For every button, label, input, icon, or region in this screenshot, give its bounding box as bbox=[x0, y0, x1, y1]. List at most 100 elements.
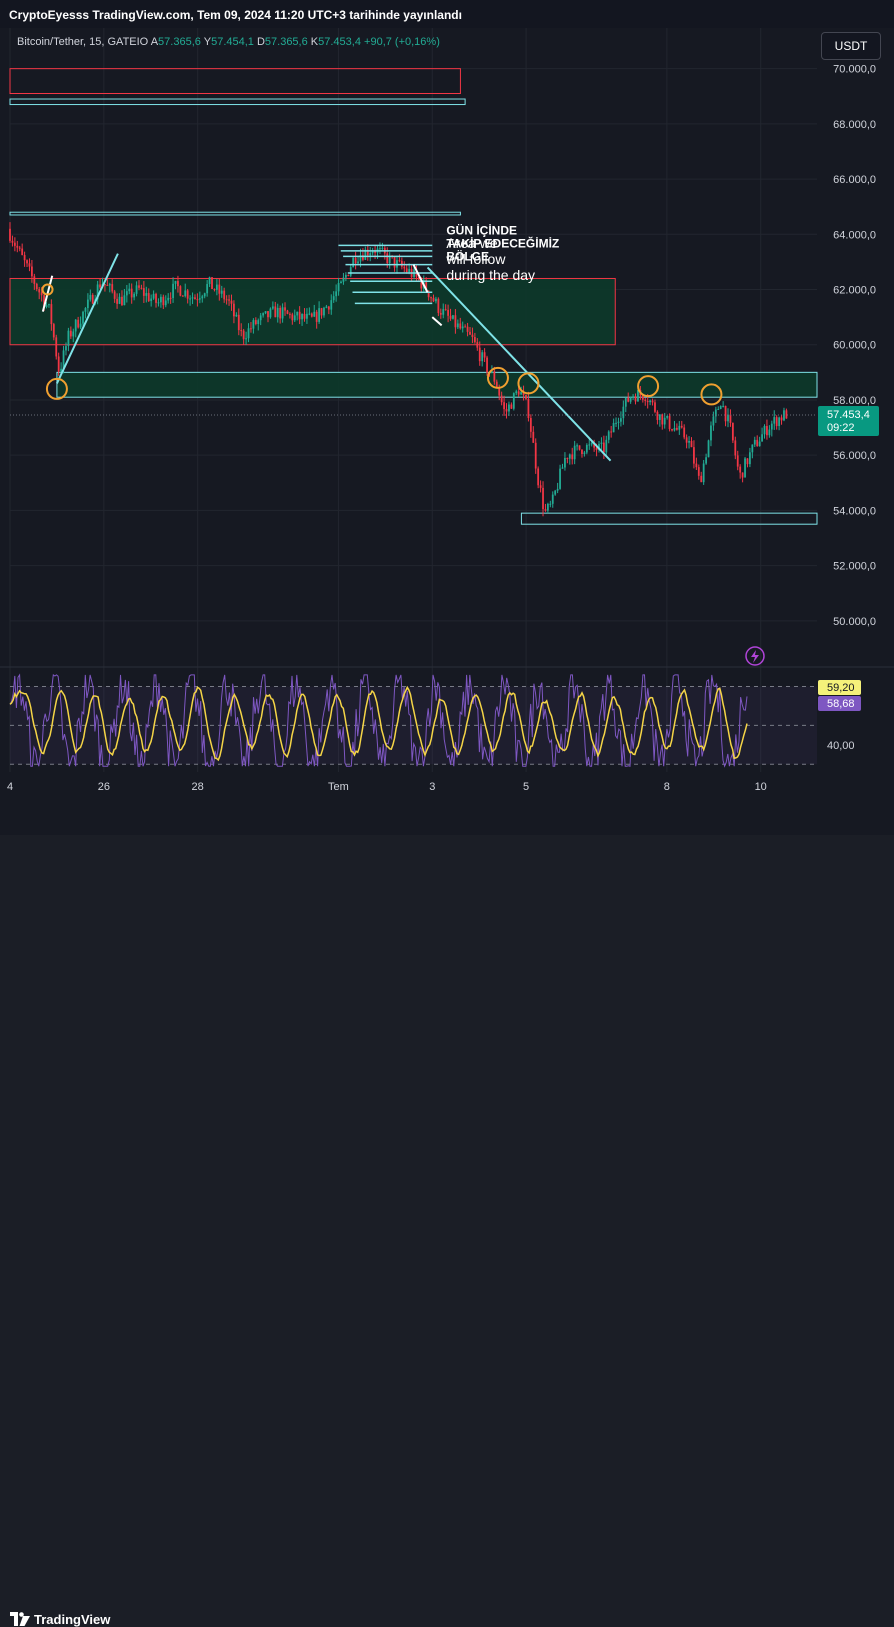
candle-body bbox=[225, 299, 228, 301]
candle-body bbox=[340, 281, 342, 284]
candle-body bbox=[483, 352, 486, 358]
candle-body bbox=[349, 267, 352, 276]
ohlc-values: A57.365,6 Y57.454,1 D57.365,6 K57.453,4 bbox=[151, 36, 364, 48]
chart-svg[interactable]: GÜN İÇİNDE TAKİP EDECEĞİMİZ BÖLGEArea we wi… bbox=[0, 0, 894, 835]
time-tick-label: 4 bbox=[7, 781, 13, 793]
candle-body bbox=[517, 391, 520, 395]
candle-body bbox=[86, 299, 89, 309]
candle-body bbox=[230, 300, 233, 304]
candle-body bbox=[189, 298, 192, 300]
candle-body bbox=[473, 337, 476, 343]
candle-body bbox=[147, 293, 150, 302]
candle-body bbox=[26, 260, 28, 264]
candle-body bbox=[198, 298, 201, 300]
price-tick-label: 62.000,0 bbox=[833, 285, 876, 297]
candle-body bbox=[746, 458, 749, 465]
candle-body bbox=[666, 416, 669, 418]
candle-body bbox=[57, 356, 60, 372]
candle-body bbox=[435, 298, 437, 302]
candle-body bbox=[99, 284, 101, 288]
zone-cyan-line-69k bbox=[9, 98, 466, 106]
candle-body bbox=[274, 306, 277, 318]
candle-body bbox=[325, 306, 328, 308]
candle-body bbox=[673, 427, 676, 431]
candle-body bbox=[213, 289, 216, 291]
candle-body bbox=[155, 293, 157, 303]
candle-body bbox=[269, 308, 272, 318]
last-price-label: 57.453,4 bbox=[827, 409, 870, 421]
candle-body bbox=[629, 397, 632, 402]
candle-body bbox=[125, 291, 128, 296]
candle-body bbox=[111, 284, 114, 292]
candle-body bbox=[700, 475, 703, 483]
candle-body bbox=[291, 314, 294, 321]
symbol-legend: Bitcoin/Tether, 15, GATEIO A57.365,6 Y57… bbox=[17, 36, 440, 48]
candle-body bbox=[308, 313, 311, 315]
candle-body bbox=[610, 431, 613, 433]
candle-body bbox=[766, 426, 768, 436]
candle-body bbox=[318, 308, 321, 322]
candle-body bbox=[449, 315, 452, 319]
candle-body bbox=[688, 440, 690, 443]
candle-body bbox=[181, 295, 184, 297]
candle-body bbox=[627, 397, 630, 402]
candle-body bbox=[386, 253, 389, 264]
candle-body bbox=[658, 414, 661, 420]
price-tick-label: 50.000,0 bbox=[833, 616, 876, 628]
candle-body bbox=[612, 422, 615, 433]
candle-body bbox=[683, 427, 686, 438]
price-tick-label: 68.000,0 bbox=[833, 119, 876, 131]
candle-body bbox=[250, 328, 252, 330]
candle-body bbox=[354, 257, 357, 264]
candle-body bbox=[561, 467, 564, 469]
candle-body bbox=[671, 429, 673, 431]
candle-body bbox=[208, 277, 211, 285]
candle-body bbox=[539, 485, 542, 488]
time-tick-label: 26 bbox=[98, 781, 110, 793]
candle-body bbox=[342, 277, 345, 282]
candle-body bbox=[702, 463, 705, 483]
candle-body bbox=[310, 313, 313, 317]
candle-body bbox=[245, 338, 247, 340]
candle-body bbox=[398, 260, 401, 262]
candle-body bbox=[559, 468, 561, 489]
candle-body bbox=[770, 423, 773, 430]
candle-body bbox=[13, 242, 16, 246]
candle-body bbox=[459, 323, 462, 329]
currency-button[interactable]: USDT bbox=[821, 32, 881, 60]
candle-body bbox=[710, 425, 712, 441]
candle-body bbox=[313, 311, 316, 317]
candle-body bbox=[405, 268, 408, 273]
zone-red-zone-70k bbox=[9, 68, 461, 95]
candle-body bbox=[135, 285, 138, 294]
candle-body bbox=[498, 387, 501, 396]
candle-body bbox=[493, 371, 496, 382]
candle-body bbox=[330, 300, 333, 310]
candle-body bbox=[167, 297, 170, 301]
price-tick-label: 58.000,0 bbox=[833, 395, 876, 407]
candle-body bbox=[624, 397, 627, 407]
candle-body bbox=[72, 331, 75, 337]
candle-body bbox=[174, 281, 177, 284]
candle-body bbox=[632, 396, 634, 398]
candle-body bbox=[396, 260, 398, 268]
candle-body bbox=[605, 439, 608, 453]
candle-body bbox=[332, 296, 335, 301]
candle-body bbox=[585, 444, 588, 453]
candle-body bbox=[11, 240, 14, 243]
candle-body bbox=[240, 330, 243, 332]
candle-body bbox=[500, 395, 503, 403]
candle-body bbox=[564, 457, 566, 468]
candle-body bbox=[556, 488, 559, 491]
candle-body bbox=[583, 452, 586, 454]
candle-body bbox=[79, 323, 82, 328]
candle-body bbox=[600, 442, 603, 444]
candle-body bbox=[690, 440, 693, 448]
candle-body bbox=[138, 285, 140, 288]
candle-body bbox=[717, 409, 720, 411]
candle-body bbox=[722, 405, 725, 407]
candle-body bbox=[461, 326, 464, 329]
candle-body bbox=[739, 466, 742, 473]
candle-body bbox=[288, 313, 291, 315]
candle-body bbox=[447, 309, 450, 316]
